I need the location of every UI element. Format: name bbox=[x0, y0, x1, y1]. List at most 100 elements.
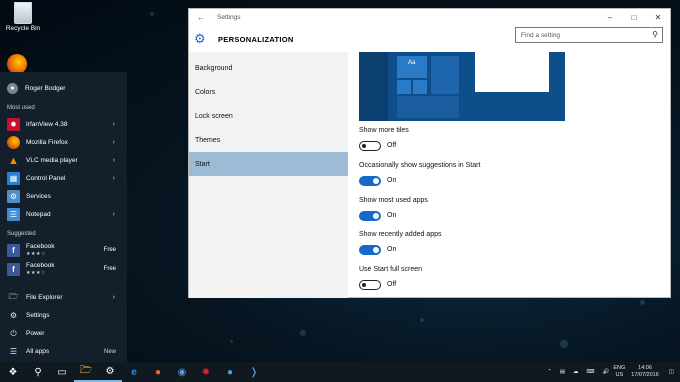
preview-tile bbox=[431, 56, 459, 94]
nav-item-lock-screen[interactable]: Lock screen bbox=[189, 104, 348, 128]
page-title: PERSONALIZATION bbox=[218, 34, 294, 44]
start-preview-image: Aa bbox=[359, 52, 565, 121]
clock-time: 14:06 bbox=[638, 365, 652, 371]
app-icon[interactable]: ● bbox=[218, 362, 242, 382]
search-placeholder: Find a setting bbox=[521, 31, 561, 39]
start-file-explorer[interactable]: 🗁 File Explorer › bbox=[0, 289, 127, 306]
firefox-taskbar-icon[interactable]: ● bbox=[146, 362, 170, 382]
powershell-icon[interactable]: ❭ bbox=[242, 362, 266, 382]
volume-icon[interactable]: 🔊 bbox=[602, 369, 609, 375]
chevron-right-icon[interactable]: › bbox=[113, 121, 115, 128]
keyboard-icon[interactable]: ⌨ bbox=[587, 369, 595, 375]
gear-icon: ⚙ bbox=[9, 311, 18, 320]
control-panel-icon: ▦ bbox=[7, 172, 20, 185]
settings-nav: Background Colors Lock screen Themes Sta… bbox=[189, 52, 348, 298]
toggle-state: On bbox=[387, 177, 397, 184]
irfanview-taskbar-icon[interactable]: ✹ bbox=[194, 362, 218, 382]
nav-item-themes[interactable]: Themes bbox=[189, 128, 348, 152]
start-menu: ● Roger Bodger Most used ✹ IrfanView 4.3… bbox=[0, 72, 127, 362]
start-item-services[interactable]: ⚙ Services bbox=[0, 188, 127, 205]
task-view-icon[interactable]: ▭ bbox=[50, 362, 74, 382]
show-suggestions-toggle[interactable] bbox=[359, 176, 381, 186]
preview-tile bbox=[397, 80, 411, 94]
settings-label: Settings bbox=[26, 312, 50, 319]
system-tray: ⌃ ▤ ☁ ⌨ 🔊 ENG US 14:06 17/07/2016 ◫ bbox=[543, 362, 680, 382]
folder-icon: 🗁 bbox=[8, 291, 19, 301]
user-account-button[interactable]: ● Roger Bodger bbox=[0, 80, 127, 97]
all-apps-label: All apps bbox=[26, 348, 50, 355]
user-avatar-icon: ● bbox=[7, 83, 18, 94]
suggested-heading: Suggested bbox=[7, 231, 36, 237]
notifications-icon[interactable]: ◫ bbox=[669, 369, 674, 375]
preview-tile: Aa bbox=[397, 56, 427, 78]
show-recently-added-toggle[interactable] bbox=[359, 245, 381, 255]
toggle-state: On bbox=[387, 212, 397, 219]
recycle-bin-desktop-icon[interactable]: Recycle Bin bbox=[3, 2, 43, 32]
suggested-item-label: Facebook bbox=[26, 262, 55, 269]
suggested-item[interactable]: f Facebook ★★★☆ Free bbox=[0, 260, 127, 278]
windows-start-icon[interactable]: ❖ bbox=[0, 362, 26, 382]
toggle-state: Off bbox=[387, 142, 397, 149]
maximize-icon[interactable]: □ bbox=[622, 9, 646, 26]
full-screen-label: Use Start full screen bbox=[359, 266, 423, 273]
nav-item-colors[interactable]: Colors bbox=[189, 80, 348, 104]
show-more-tiles-toggle[interactable] bbox=[359, 141, 381, 151]
chevron-right-icon[interactable]: › bbox=[113, 175, 115, 182]
start-item-vlc[interactable]: ▲ VLC media player › bbox=[0, 152, 127, 169]
toggle-state: Off bbox=[387, 281, 397, 288]
nav-item-start[interactable]: Start bbox=[189, 152, 348, 176]
minimize-icon[interactable]: – bbox=[598, 9, 622, 26]
language-indicator[interactable]: ENG US bbox=[613, 365, 625, 379]
chevron-right-icon[interactable]: › bbox=[113, 211, 115, 218]
suggested-item-price: Free bbox=[103, 247, 116, 253]
user-name: Roger Bodger bbox=[25, 85, 66, 92]
edge-icon[interactable]: e bbox=[122, 362, 146, 382]
all-apps-icon: ☰ bbox=[9, 347, 18, 356]
full-screen-toggle[interactable] bbox=[359, 280, 381, 290]
facebook-icon: f bbox=[7, 243, 20, 257]
search-icon[interactable]: ⚲ bbox=[652, 30, 658, 39]
irfanview-icon: ✹ bbox=[7, 118, 20, 131]
settings-taskbar-icon[interactable]: ⚙ bbox=[98, 362, 122, 382]
start-item-notepad[interactable]: ☰ Notepad › bbox=[0, 206, 127, 223]
start-power[interactable]: ⏻ Power bbox=[0, 325, 127, 342]
cloud-icon[interactable]: ☁ bbox=[573, 369, 579, 375]
preview-tile bbox=[413, 80, 427, 94]
show-suggestions-label: Occasionally show suggestions in Start bbox=[359, 162, 481, 169]
file-explorer-label: File Explorer bbox=[26, 294, 63, 301]
show-most-used-toggle[interactable] bbox=[359, 211, 381, 221]
clock-date: 17/07/2016 bbox=[631, 372, 659, 378]
nav-item-background[interactable]: Background bbox=[189, 56, 348, 80]
back-arrow-icon[interactable]: ← bbox=[189, 13, 213, 22]
settings-header: ⚙ PERSONALIZATION Find a setting ⚲ bbox=[189, 26, 670, 52]
close-icon[interactable]: ✕ bbox=[646, 9, 670, 26]
search-input[interactable]: Find a setting ⚲ bbox=[515, 27, 663, 43]
clock[interactable]: 14:06 17/07/2016 bbox=[631, 365, 659, 379]
firefox-desktop-icon[interactable] bbox=[7, 54, 27, 74]
chevron-right-icon[interactable]: › bbox=[113, 139, 115, 146]
window-title: Settings bbox=[217, 14, 241, 21]
recycle-bin-label: Recycle Bin bbox=[5, 25, 41, 32]
vlc-icon: ▲ bbox=[8, 154, 19, 167]
network-icon[interactable]: ▤ bbox=[560, 369, 565, 375]
start-item-label: Mozilla Firefox bbox=[26, 139, 68, 146]
title-bar: ← Settings – □ ✕ bbox=[189, 9, 670, 26]
show-most-used-label: Show most used apps bbox=[359, 197, 428, 204]
lang-top: ENG bbox=[613, 365, 626, 371]
preview-strip bbox=[359, 52, 388, 121]
file-explorer-icon[interactable]: 🗁 bbox=[74, 362, 98, 382]
chevron-right-icon[interactable]: › bbox=[113, 157, 115, 164]
start-item-control-panel[interactable]: ▦ Control Panel › bbox=[0, 170, 127, 187]
chevron-up-icon[interactable]: ⌃ bbox=[547, 369, 552, 375]
suggested-item[interactable]: f Facebook ★★★☆ Free bbox=[0, 241, 127, 259]
start-item-irfanview[interactable]: ✹ IrfanView 4.38 › bbox=[0, 116, 127, 133]
start-settings-content: Aa Show more tiles Off Occasionally show… bbox=[359, 52, 659, 298]
suggested-item-price: Free bbox=[103, 266, 116, 272]
start-item-firefox[interactable]: Mozilla Firefox › bbox=[0, 134, 127, 151]
network-app-icon[interactable]: ◉ bbox=[170, 362, 194, 382]
start-all-apps[interactable]: ☰ All apps New bbox=[0, 343, 127, 360]
facebook-icon: f bbox=[7, 262, 20, 276]
start-settings[interactable]: ⚙ Settings bbox=[0, 307, 127, 324]
chevron-right-icon[interactable]: › bbox=[113, 294, 115, 301]
search-icon[interactable]: ⚲ bbox=[26, 362, 50, 382]
